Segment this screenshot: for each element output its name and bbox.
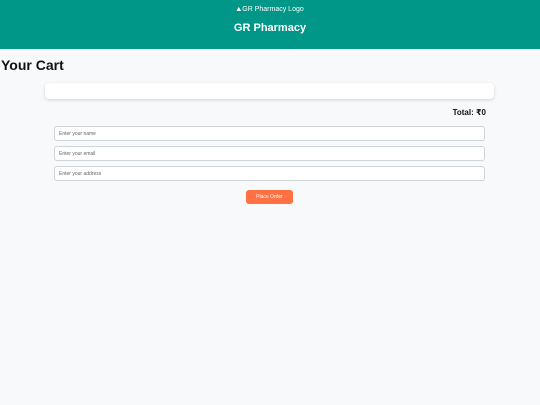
- site-title: GR Pharmacy: [233, 22, 307, 34]
- site-header: ⛰GR Pharmacy Logo GR Pharmacy: [0, 0, 540, 49]
- address-input[interactable]: [54, 166, 485, 181]
- cart-total: Total: ₹0: [452, 108, 486, 117]
- site-logo: ⛰GR Pharmacy Logo: [0, 5, 540, 15]
- place-order-button[interactable]: Place Order: [246, 190, 293, 204]
- cart-heading: Your Cart: [1, 57, 64, 73]
- cart-items-container: [45, 83, 494, 99]
- logo-alt-text: GR Pharmacy Logo: [242, 6, 304, 13]
- name-input[interactable]: [54, 126, 485, 141]
- broken-image-icon: ⛰: [236, 7, 242, 13]
- email-input[interactable]: [54, 146, 485, 161]
